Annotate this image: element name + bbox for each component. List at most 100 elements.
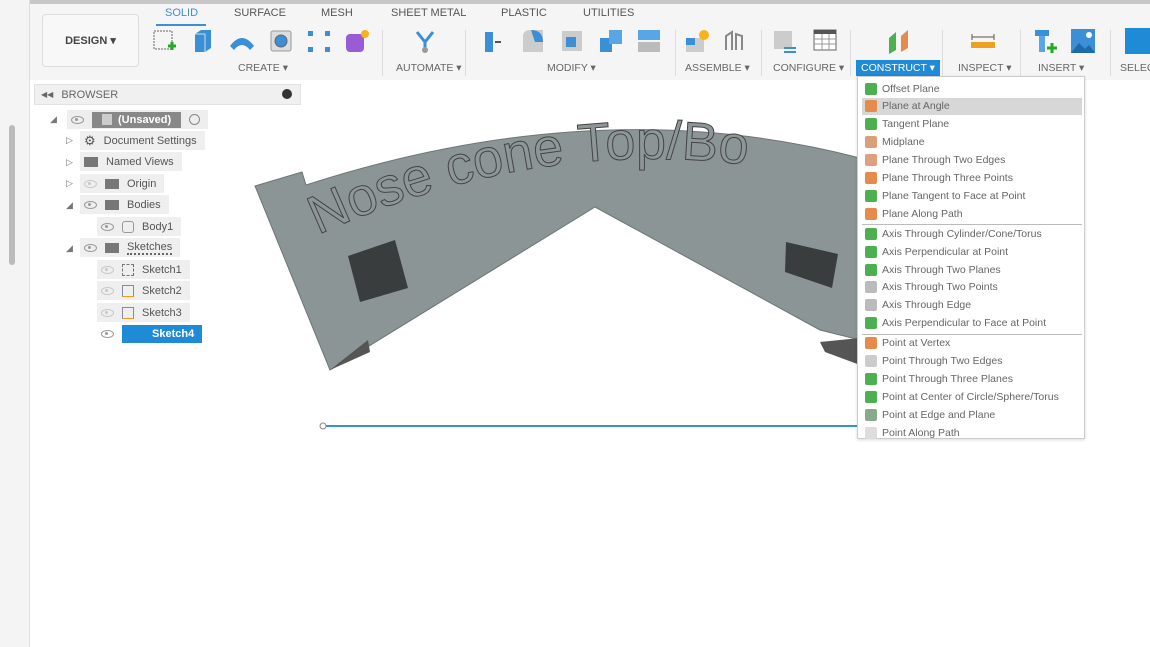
item-label: Sketch2 — [142, 284, 182, 297]
menu-item-label: Axis Through Cylinder/Cone/Torus — [882, 227, 1042, 240]
tree-item-bodies[interactable]: Bodies — [80, 195, 169, 214]
menu-item-plane-at-angle[interactable]: Plane at Angle — [862, 97, 1082, 115]
tree-item-origin[interactable]: Origin — [80, 174, 165, 193]
menu-item-tangent-plane[interactable]: Tangent Plane — [862, 116, 1082, 133]
expand-icon[interactable]: ▷ — [66, 135, 73, 146]
menu-item-label: Point at Vertex — [882, 337, 951, 350]
item-label: Body1 — [142, 220, 174, 233]
selected-item-label: Sketch4 — [122, 324, 203, 343]
tree-item-sketch2[interactable]: Sketch2 — [97, 281, 190, 300]
menu-item-point-through-two-edges[interactable]: Point Through Two Edges — [862, 353, 1082, 370]
point-icon — [865, 355, 877, 367]
eye-icon[interactable] — [84, 200, 97, 209]
item-label: Sketch1 — [142, 263, 182, 276]
plane-icon — [865, 189, 877, 202]
menu-item-axis-through-cylinder-cone-torus[interactable]: Axis Through Cylinder/Cone/Torus — [862, 225, 1082, 242]
menu-item-axis-perpendicular-at-point[interactable]: Axis Perpendicular at Point — [862, 243, 1082, 260]
eye-hidden-icon[interactable] — [101, 308, 114, 317]
menu-item-label: Plane Along Path — [882, 207, 963, 220]
menu-item-point-at-vertex[interactable]: Point at Vertex — [862, 335, 1082, 352]
sketch-icon — [122, 306, 134, 319]
plane-icon — [865, 82, 877, 95]
plane-icon — [865, 100, 877, 113]
menu-item-point-through-three-planes[interactable]: Point Through Three Planes — [862, 370, 1082, 387]
body-icon — [122, 220, 134, 233]
point-icon — [865, 426, 877, 439]
expand-icon[interactable]: ▷ — [66, 178, 73, 189]
menu-item-label: Point Along Path — [882, 426, 960, 439]
tree-item-named-views[interactable]: Named Views — [80, 152, 182, 171]
tree-item-body1[interactable]: Body1 — [97, 217, 182, 236]
menu-item-axis-through-two-planes[interactable]: Axis Through Two Planes — [862, 261, 1082, 278]
plane-icon — [865, 136, 877, 149]
browser-minimize-icon[interactable] — [282, 89, 292, 99]
tree-root[interactable]: (Unsaved) — [67, 110, 209, 129]
point-icon — [865, 372, 877, 385]
folder-icon — [84, 156, 98, 167]
eye-hidden-icon[interactable] — [84, 179, 97, 188]
item-label: Sketches — [127, 240, 173, 255]
axe-icon — [865, 263, 877, 276]
eye-hidden-icon[interactable] — [101, 265, 114, 274]
menu-item-axis-perpendicular-to-face-at-point[interactable]: Axis Perpendicular to Face at Point — [862, 315, 1082, 332]
tree-item-sketch3[interactable]: Sketch3 — [97, 303, 190, 322]
plane-icon — [865, 207, 877, 220]
eye-icon[interactable] — [71, 115, 84, 124]
eye-icon[interactable] — [84, 243, 97, 252]
construct-dropdown: Offset Plane Plane at Angle Tangent Plane M… — [857, 76, 1085, 439]
menu-item-offset-plane[interactable]: Offset Plane — [862, 80, 1082, 97]
menu-item-label: Point at Center of Circle/Sphere/Torus — [882, 390, 1059, 403]
point-icon — [865, 408, 877, 421]
folder-icon — [105, 199, 119, 210]
menu-item-label: Axis Through Two Points — [882, 281, 998, 294]
tree-item-sketch1[interactable]: Sketch1 — [97, 260, 190, 279]
menu-item-plane-through-three-points[interactable]: Plane Through Three Points — [862, 170, 1082, 187]
collapse-icon[interactable]: ◀◀ — [41, 90, 53, 99]
browser-title: BROWSER — [61, 88, 119, 101]
tree-item-sketch4[interactable]: Sketch4 — [97, 324, 211, 343]
menu-item-label: Tangent Plane — [882, 118, 950, 131]
menu-item-point-at-edge-and-plane[interactable]: Point at Edge and Plane — [862, 406, 1082, 423]
menu-item-label: Plane Through Three Points — [882, 172, 1013, 184]
menu-item-midplane[interactable]: Midplane — [862, 134, 1082, 151]
component-icon — [102, 113, 112, 125]
point-icon — [865, 390, 877, 403]
collapse-tree-icon[interactable]: ◢ — [66, 243, 73, 254]
activate-radio[interactable] — [189, 114, 201, 125]
menu-item-label: Axis Perpendicular at Point — [882, 245, 1009, 258]
collapse-tree-icon[interactable]: ◢ — [66, 200, 73, 211]
eye-icon[interactable] — [101, 329, 114, 338]
item-label: Named Views — [106, 155, 174, 168]
point-icon — [865, 337, 877, 350]
axe-icon — [865, 227, 877, 240]
plane-icon — [865, 172, 877, 184]
folder-icon — [105, 178, 119, 189]
menu-item-label: Point at Edge and Plane — [882, 408, 996, 421]
eye-icon[interactable] — [101, 222, 114, 231]
menu-item-label: Plane Tangent to Face at Point — [882, 189, 1026, 202]
eye-hidden-icon[interactable] — [101, 286, 114, 295]
sketch-icon — [122, 284, 134, 297]
menu-item-point-at-center-of-circle-sphere-torus[interactable]: Point at Center of Circle/Sphere/Torus — [862, 388, 1082, 405]
menu-item-axis-through-edge[interactable]: Axis Through Edge — [862, 297, 1082, 314]
tree-item-sketches[interactable]: Sketches — [80, 238, 181, 257]
menu-item-point-along-path[interactable]: Point Along Path — [862, 424, 1082, 441]
menu-item-plane-through-two-edges[interactable]: Plane Through Two Edges — [862, 152, 1082, 169]
axe-icon — [865, 245, 877, 258]
expand-icon[interactable]: ◢ — [50, 114, 57, 125]
item-label: Origin — [127, 177, 157, 190]
item-label: Document Settings — [103, 134, 197, 147]
root-name: (Unsaved) — [118, 113, 172, 126]
menu-item-axis-through-two-points[interactable]: Axis Through Two Points — [862, 279, 1082, 296]
menu-item-label: Plane at Angle — [882, 100, 950, 113]
menu-item-plane-tangent-to-face-at-point[interactable]: Plane Tangent to Face at Point — [862, 187, 1082, 204]
menu-item-plane-along-path[interactable]: Plane Along Path — [862, 205, 1082, 222]
sketch-point[interactable] — [319, 422, 327, 430]
menu-item-label: Point Through Three Planes — [882, 372, 1013, 385]
expand-icon[interactable]: ▷ — [66, 157, 73, 168]
menu-item-label: Axis Through Two Planes — [882, 263, 1001, 276]
gear-icon: ⚙ — [84, 132, 96, 148]
folder-icon — [105, 242, 119, 253]
plane-icon — [865, 154, 877, 167]
tree-item-document-settings[interactable]: ⚙ Document Settings — [80, 131, 205, 150]
